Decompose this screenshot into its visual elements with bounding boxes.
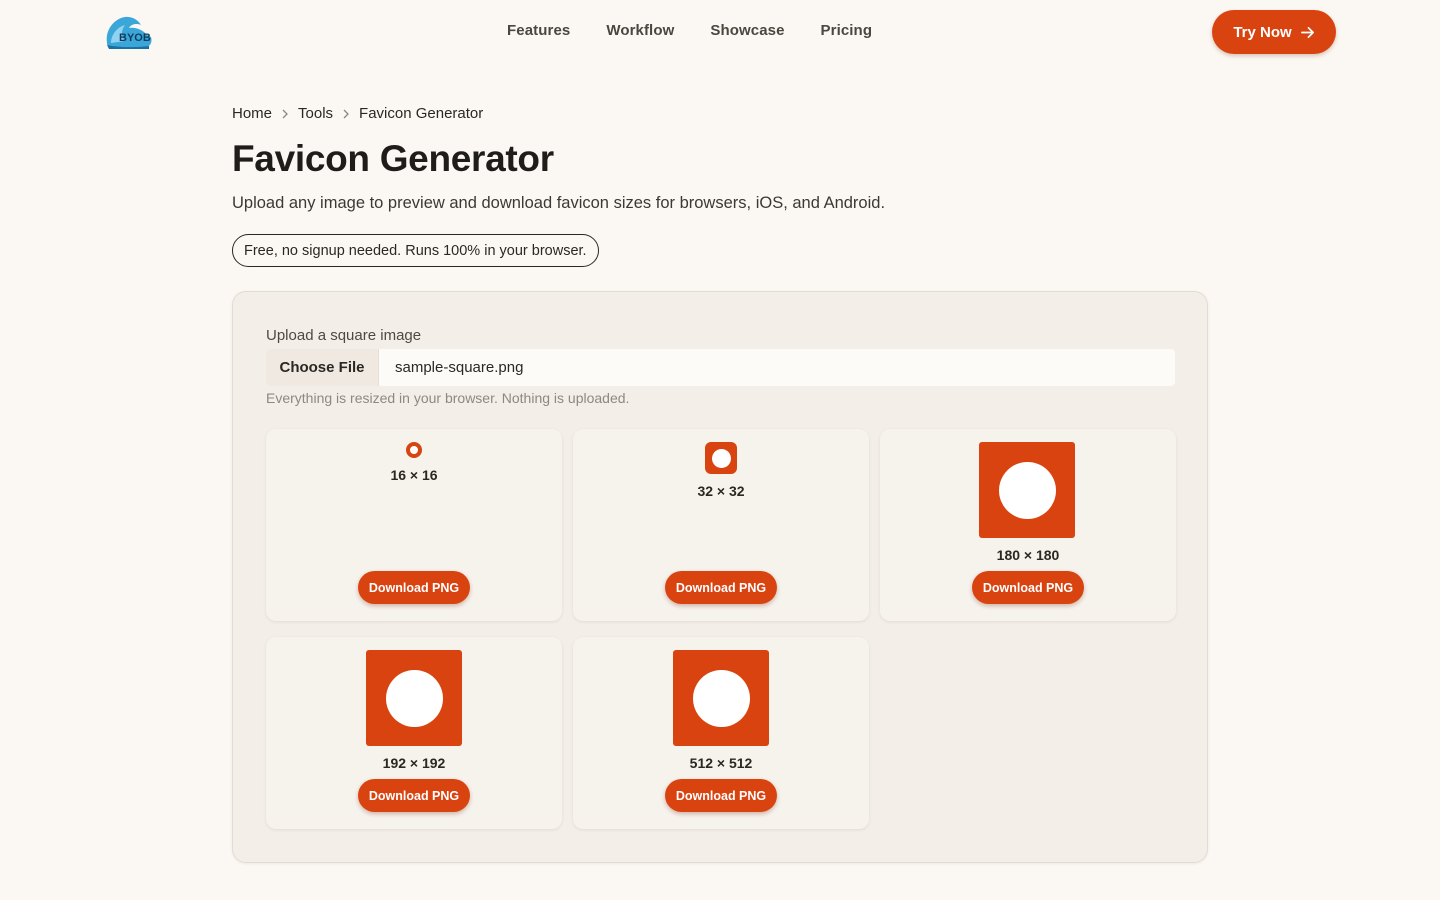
download-png-button[interactable]: Download PNG	[665, 779, 777, 812]
favicon-preview-180	[979, 442, 1075, 538]
download-png-button[interactable]: Download PNG	[358, 779, 470, 812]
size-label: 180 × 180	[996, 547, 1060, 563]
upload-label: Upload a square image	[266, 327, 422, 344]
nav-workflow[interactable]: Workflow	[606, 22, 674, 39]
download-png-button[interactable]: Download PNG	[665, 571, 777, 604]
favicon-card-32: 32 × 32 Download PNG	[573, 429, 869, 621]
selected-file-name: sample-square.png	[395, 359, 524, 376]
nav-features[interactable]: Features	[507, 22, 570, 39]
breadcrumb-current: Favicon Generator	[359, 105, 484, 122]
try-now-button[interactable]: Try Now	[1212, 10, 1336, 54]
page-subtitle: Upload any image to preview and download…	[232, 194, 886, 212]
size-label: 32 × 32	[697, 483, 745, 499]
chevron-right-icon	[333, 109, 359, 119]
main-nav: Features Workflow Showcase Pricing	[507, 22, 872, 39]
free-badge: Free, no signup needed. Runs 100% in you…	[232, 234, 599, 267]
chevron-right-icon	[272, 109, 298, 119]
favicon-card-192: 192 × 192 Download PNG	[266, 637, 562, 829]
favicon-preview-512	[673, 650, 769, 746]
file-input[interactable]: Choose File sample-square.png	[266, 349, 1175, 386]
favicon-card-180: 180 × 180 Download PNG	[880, 429, 1176, 621]
nav-showcase[interactable]: Showcase	[710, 22, 784, 39]
download-png-button[interactable]: Download PNG	[972, 571, 1084, 604]
upload-hint: Everything is resized in your browser. N…	[266, 390, 630, 406]
arrow-right-icon	[1300, 26, 1314, 38]
svg-text:BYOB: BYOB	[119, 32, 151, 44]
download-png-button[interactable]: Download PNG	[358, 571, 470, 604]
brand-logo[interactable]: BYOB	[103, 13, 155, 51]
favicon-card-16: 16 × 16 Download PNG	[266, 429, 562, 621]
choose-file-button[interactable]: Choose File	[266, 349, 379, 386]
page-title: Favicon Generator	[232, 138, 554, 179]
favicon-preview-192	[366, 650, 462, 746]
site-header: BYOB Features Workflow Showcase Pricing …	[0, 0, 1440, 64]
breadcrumb-tools[interactable]: Tools	[298, 105, 333, 122]
favicon-card-512: 512 × 512 Download PNG	[573, 637, 869, 829]
breadcrumb-home[interactable]: Home	[232, 105, 272, 122]
size-label: 16 × 16	[390, 467, 438, 483]
try-now-label: Try Now	[1233, 23, 1292, 41]
favicon-preview-32	[705, 442, 737, 474]
nav-pricing[interactable]: Pricing	[821, 22, 873, 39]
size-label: 192 × 192	[382, 755, 446, 771]
size-label: 512 × 512	[689, 755, 753, 771]
breadcrumb: Home Tools Favicon Generator	[232, 105, 483, 122]
generator-panel: Upload a square image Choose File sample…	[232, 291, 1208, 863]
favicon-preview-16	[406, 442, 422, 458]
